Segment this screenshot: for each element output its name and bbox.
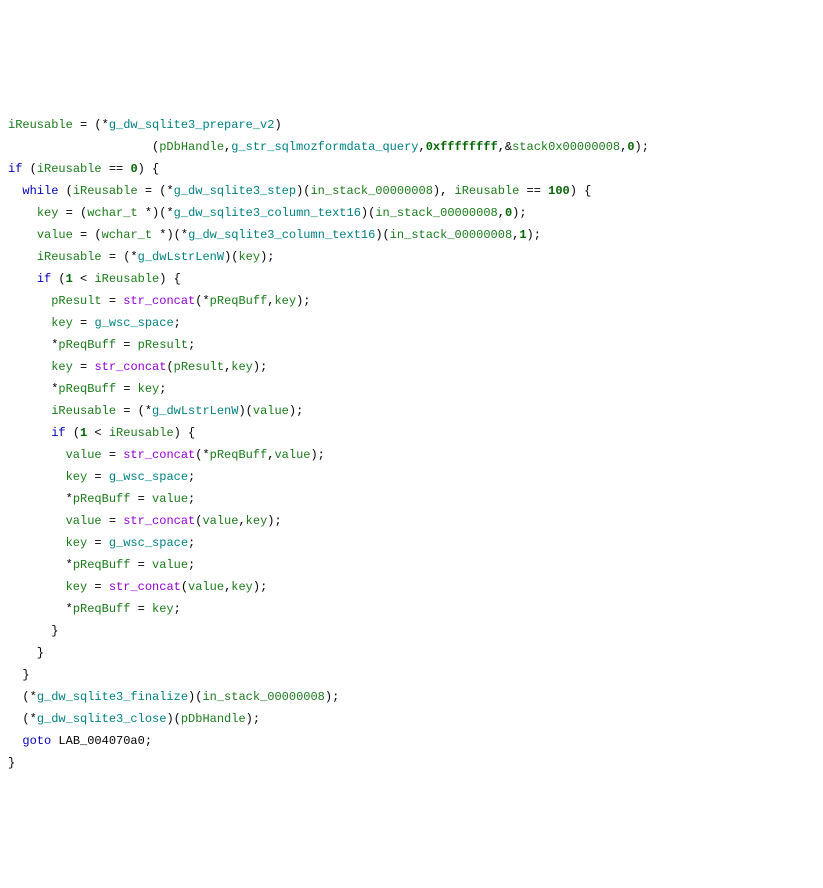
line: key = str_concat(value,key); (8, 580, 267, 594)
line: if (iReusable == 0) { (8, 162, 159, 176)
global-finalize: g_dw_sqlite3_finalize (37, 690, 188, 704)
global-lstrlen: g_dwLstrLenW (138, 250, 224, 264)
line: } (8, 668, 30, 682)
line: } (8, 756, 15, 770)
line: *pReqBuff = pResult; (8, 338, 195, 352)
line: *pReqBuff = key; (8, 382, 166, 396)
var-pReqBuff: pReqBuff (210, 294, 268, 308)
line: if (1 < iReusable) { (8, 272, 181, 286)
line: *pReqBuff = key; (8, 602, 181, 616)
var-pDbHandle: pDbHandle (159, 140, 224, 154)
label-lab004070a0: LAB_004070a0 (58, 734, 144, 748)
var-iReusable: iReusable (8, 118, 73, 132)
var-key: key (37, 206, 59, 220)
num-hexF: 0xffffffff (426, 140, 498, 154)
var-value: value (37, 228, 73, 242)
global-prepare: g_dw_sqlite3_prepare_v2 (109, 118, 275, 132)
num-zero: 0 (627, 140, 634, 154)
line: goto LAB_004070a0; (8, 734, 152, 748)
line: (*g_dw_sqlite3_close)(pDbHandle); (8, 712, 260, 726)
kw-while: while (22, 184, 58, 198)
line: *pReqBuff = value; (8, 492, 195, 506)
line: key = g_wsc_space; (8, 536, 195, 550)
kw-goto: goto (22, 734, 51, 748)
line: } (8, 624, 58, 638)
global-query: g_str_sqlmozformdata_query (231, 140, 418, 154)
line: while (iReusable = (*g_dw_sqlite3_step)(… (8, 184, 591, 198)
line: key = g_wsc_space; (8, 316, 181, 330)
line: (pDbHandle,g_str_sqlmozformdata_query,0x… (8, 140, 649, 154)
line: if (1 < iReusable) { (8, 426, 195, 440)
global-step: g_dw_sqlite3_step (174, 184, 296, 198)
line: key = str_concat(pResult,key); (8, 360, 267, 374)
code-block: iReusable = (*g_dw_sqlite3_prepare_v2) (… (8, 92, 815, 774)
fn-str-concat: str_concat (123, 294, 195, 308)
line: iReusable = (*g_dwLstrLenW)(value); (8, 404, 303, 418)
global-col16: g_dw_sqlite3_column_text16 (174, 206, 361, 220)
type-wchar: wchar_t (87, 206, 137, 220)
line: iReusable = (*g_dwLstrLenW)(key); (8, 250, 274, 264)
kw-if: if (8, 162, 22, 176)
var-pResult: pResult (51, 294, 101, 308)
line: value = str_concat(*pReqBuff,value); (8, 448, 325, 462)
line: key = g_wsc_space; (8, 470, 195, 484)
line: key = (wchar_t *)(*g_dw_sqlite3_column_t… (8, 206, 527, 220)
line: iReusable = (*g_dw_sqlite3_prepare_v2) (8, 118, 282, 132)
num-hundred: 100 (548, 184, 570, 198)
line: value = str_concat(value,key); (8, 514, 282, 528)
global-space: g_wsc_space (94, 316, 173, 330)
line: pResult = str_concat(*pReqBuff,key); (8, 294, 311, 308)
line: (*g_dw_sqlite3_finalize)(in_stack_000000… (8, 690, 339, 704)
var-in-stack8: in_stack_00000008 (310, 184, 432, 198)
line: value = (wchar_t *)(*g_dw_sqlite3_column… (8, 228, 541, 242)
var-stack8a: stack0x00000008 (512, 140, 620, 154)
line: *pReqBuff = value; (8, 558, 195, 572)
num-one: 1 (519, 228, 526, 242)
global-close: g_dw_sqlite3_close (37, 712, 167, 726)
line: } (8, 646, 44, 660)
